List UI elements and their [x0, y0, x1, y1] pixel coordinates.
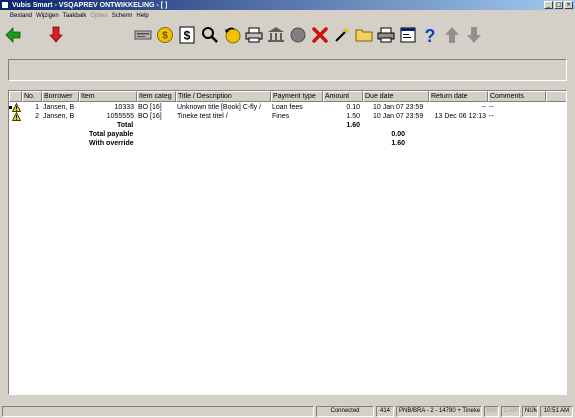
- svg-text:$: $: [184, 29, 191, 43]
- maximize-button[interactable]: □: [554, 1, 563, 9]
- toolbar: $ $ ?: [0, 22, 575, 48]
- warning-icon: [12, 103, 21, 112]
- grey-circle-icon[interactable]: [288, 25, 308, 45]
- column-item[interactable]: Item: [79, 91, 137, 102]
- cell-no: 2: [35, 113, 39, 120]
- column-comments[interactable]: Comments: [488, 91, 546, 102]
- cell-due-date: 10 Jan 07 23:59: [373, 113, 424, 120]
- coin-icon[interactable]: $: [155, 25, 175, 45]
- status-connection: Connected: [316, 406, 374, 417]
- cell-item: 10333: [114, 104, 134, 111]
- status-bar: Connected 414 PNB/BRA - 2 - 14780 + Tine…: [0, 405, 575, 418]
- status-code: 414: [376, 406, 394, 417]
- total-payable-row: Total payable 0.00: [9, 130, 566, 139]
- total-payable-value: 0.00: [391, 131, 405, 138]
- cell-due-date: 10 Jan 07 23:59: [373, 104, 424, 111]
- status-caps: CAPS: [501, 406, 520, 417]
- down-arrow-icon[interactable]: [464, 25, 484, 45]
- dollar-icon[interactable]: $: [177, 25, 197, 45]
- magic-wand-icon[interactable]: [332, 25, 352, 45]
- back-arrow-icon[interactable]: [3, 25, 23, 45]
- svg-text:?: ?: [425, 26, 436, 44]
- cell-return-date: --: [481, 104, 486, 111]
- table-row[interactable]: 2 Jansen, B 1055555 BO [16] Tineke test …: [9, 112, 566, 121]
- menu-wijzigen[interactable]: Wijzigen: [36, 13, 59, 19]
- menu-help[interactable]: Help: [136, 13, 148, 19]
- menu-taakbalk[interactable]: Taakbalk: [63, 13, 87, 19]
- with-override-value: 1.60: [391, 140, 405, 147]
- cell-amount: 0.10: [346, 104, 360, 111]
- column-due-date[interactable]: Due date: [363, 91, 429, 102]
- cell-payment-type: Fines: [272, 113, 290, 120]
- column-payment-type[interactable]: Payment type: [271, 91, 323, 102]
- status-ins: INS: [484, 406, 499, 417]
- cell-title: Unknown title [Book] C-fly /: [177, 104, 262, 111]
- status-location: PNB/BRA - 2 - 14780 + Tineke: [396, 406, 482, 417]
- with-override-row: With override 1.60: [9, 139, 566, 148]
- undo-coin-icon[interactable]: [222, 25, 242, 45]
- warning-icon: [12, 112, 21, 121]
- form-icon[interactable]: [398, 25, 418, 45]
- magnifier-icon[interactable]: [200, 25, 220, 45]
- cell-title: Tineke test titel /: [177, 113, 228, 120]
- column-amount[interactable]: Amount: [323, 91, 363, 102]
- total-label: Total: [117, 122, 134, 129]
- cell-item-category: BO [16]: [138, 113, 162, 120]
- grid-header: No. Borrower Item Item categ Title / Des…: [9, 91, 566, 102]
- cell-payment-type: Loan fees: [272, 104, 303, 111]
- cell-item: 1055555: [106, 113, 134, 120]
- total-row: Total 1.60: [9, 121, 566, 130]
- status-num: NUM: [522, 406, 538, 417]
- menu-bar: Bestand Wijzigen Taakbalk Opties Scherm …: [0, 11, 575, 21]
- delete-x-icon[interactable]: [310, 25, 330, 45]
- fines-grid[interactable]: No. Borrower Item Item categ Title / Des…: [8, 90, 567, 395]
- table-row[interactable]: 1 Jansen, B 10333 BO [16] Unknown title …: [9, 103, 566, 112]
- library-icon[interactable]: [266, 25, 286, 45]
- column-title[interactable]: Title / Description: [176, 91, 271, 102]
- menu-opties: Opties: [90, 13, 108, 19]
- folder-icon[interactable]: [354, 25, 374, 45]
- cell-borrower: Jansen, B: [43, 104, 75, 111]
- menu-scherm[interactable]: Scherm: [112, 13, 133, 19]
- status-time: 10:51 AM: [540, 406, 573, 417]
- printer-icon[interactable]: [244, 25, 264, 45]
- menu-bestand[interactable]: Bestand: [10, 13, 32, 19]
- close-button[interactable]: ×: [564, 1, 573, 9]
- cell-comments: --: [489, 104, 494, 111]
- column-filler: [546, 91, 566, 102]
- column-borrower[interactable]: Borrower: [42, 91, 79, 102]
- column-no[interactable]: No.: [22, 91, 42, 102]
- cell-borrower: Jansen, B: [43, 113, 75, 120]
- total-payable-label: Total payable: [89, 131, 134, 138]
- with-override-label: With override: [89, 140, 134, 147]
- window-title: Vubis Smart - VSQAPREV ONTWIKKELING - [ …: [12, 1, 168, 9]
- total-amount: 1.60: [346, 122, 360, 129]
- title-bar: Vubis Smart - VSQAPREV ONTWIKKELING - [ …: [0, 0, 575, 10]
- red-down-arrow-icon[interactable]: [46, 25, 66, 45]
- column-item-category[interactable]: Item categ: [137, 91, 176, 102]
- app-icon: [1, 1, 9, 9]
- card-icon[interactable]: [133, 25, 153, 45]
- up-arrow-icon[interactable]: [442, 25, 462, 45]
- cell-return-date: 13 Dec 06 12:13: [434, 113, 486, 120]
- minimize-button[interactable]: _: [544, 1, 553, 9]
- cell-no: 1: [35, 104, 39, 111]
- status-message: [2, 406, 314, 417]
- column-return-date[interactable]: Return date: [429, 91, 488, 102]
- help-icon[interactable]: ?: [420, 25, 440, 45]
- cell-comments: --: [489, 113, 494, 120]
- cell-amount: 1.50: [346, 113, 360, 120]
- svg-text:$: $: [162, 31, 168, 42]
- column-marker: [9, 91, 22, 102]
- cell-item-category: BO [16]: [138, 104, 162, 111]
- info-panel: [8, 59, 567, 81]
- print-icon[interactable]: [376, 25, 396, 45]
